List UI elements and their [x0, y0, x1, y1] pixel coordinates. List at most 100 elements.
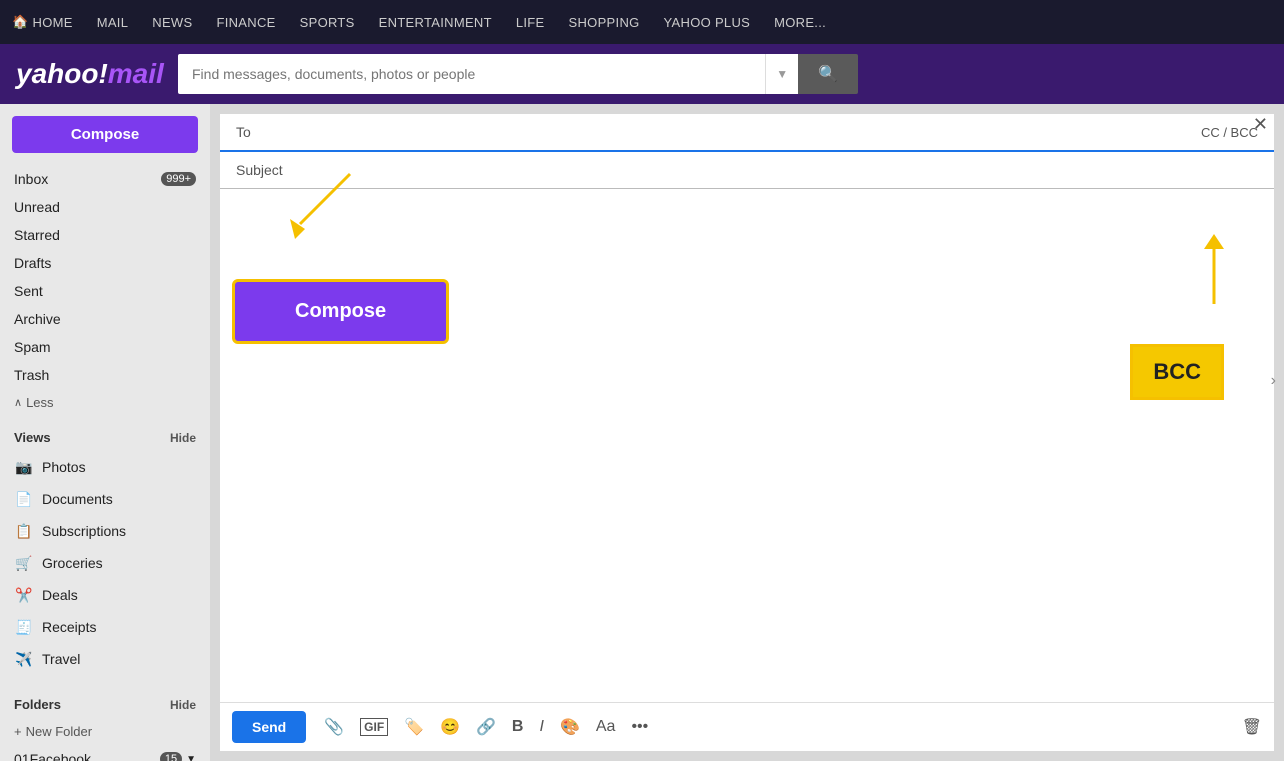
travel-icon: ✈️: [14, 649, 34, 669]
sidebar: Compose Inbox 999+ Unread Starred Drafts…: [0, 104, 210, 761]
gif-icon: GIF: [360, 718, 388, 736]
to-label: To: [236, 124, 296, 140]
nav-life[interactable]: LIFE: [516, 15, 545, 30]
deals-icon: ✂️: [14, 585, 34, 605]
sticker-icon: 🏷️: [404, 717, 424, 737]
attach-button[interactable]: 📎: [318, 713, 350, 741]
send-button[interactable]: Send: [232, 711, 306, 743]
link-button[interactable]: 🔗: [470, 713, 502, 741]
folders-label: Folders: [14, 697, 61, 712]
emoji-button[interactable]: 😊: [434, 713, 466, 741]
groceries-icon: 🛒: [14, 553, 34, 573]
to-field-row: To CC / BCC: [220, 114, 1274, 152]
compose-button[interactable]: Compose: [12, 116, 198, 153]
nav-finance-label: FINANCE: [216, 15, 275, 30]
sidebar-unread-label: Unread: [14, 199, 196, 215]
subscriptions-label: Subscriptions: [42, 523, 196, 539]
nav-sports-label: SPORTS: [300, 15, 355, 30]
subject-field-row: Subject: [220, 152, 1274, 189]
compose-body[interactable]: [220, 189, 1274, 702]
sidebar-less-toggle[interactable]: ∧ Less: [0, 389, 210, 416]
receipts-icon: 🧾: [14, 617, 34, 637]
to-input[interactable]: [296, 120, 1201, 144]
compose-toolbar: Send 📎 GIF 🏷️ 😊 🔗 B I 🎨: [220, 702, 1274, 751]
sidebar-item-groceries[interactable]: 🛒 Groceries: [0, 547, 210, 579]
documents-label: Documents: [42, 491, 196, 507]
sidebar-item-trash[interactable]: Trash: [0, 361, 210, 389]
nav-shopping[interactable]: SHOPPING: [569, 15, 640, 30]
link-icon: 🔗: [476, 717, 496, 737]
emoji-icon: 😊: [440, 717, 460, 737]
sidebar-item-spam[interactable]: Spam: [0, 333, 210, 361]
subscriptions-icon: 📋: [14, 521, 34, 541]
sidebar-item-travel[interactable]: ✈️ Travel: [0, 643, 210, 675]
nav-life-label: LIFE: [516, 15, 545, 30]
sidebar-item-inbox[interactable]: Inbox 999+: [0, 165, 210, 193]
nav-entertainment-label: ENTERTAINMENT: [379, 15, 492, 30]
font-button[interactable]: Aa: [590, 714, 622, 740]
sidebar-item-drafts[interactable]: Drafts: [0, 249, 210, 277]
sidebar-item-subscriptions[interactable]: 📋 Subscriptions: [0, 515, 210, 547]
sidebar-item-deals[interactable]: ✂️ Deals: [0, 579, 210, 611]
color-icon: 🎨: [560, 717, 580, 737]
new-folder-label: New Folder: [26, 724, 92, 739]
subject-label: Subject: [236, 162, 296, 178]
views-hide-button[interactable]: Hide: [170, 431, 196, 445]
photos-label: Photos: [42, 459, 196, 475]
new-folder-button[interactable]: + New Folder: [0, 718, 210, 745]
subject-input[interactable]: [296, 158, 1258, 182]
compose-panel: ✕ To CC / BCC Subject Send 📎 GIF 🏷️: [210, 104, 1284, 761]
folders-header: Folders Hide: [0, 691, 210, 718]
folder-01facebook-badge: 15: [160, 752, 182, 761]
nav-entertainment[interactable]: ENTERTAINMENT: [379, 15, 492, 30]
cc-bcc-button[interactable]: CC / BCC: [1201, 125, 1258, 140]
folder-dropdown-icon: ▼: [186, 754, 196, 761]
sidebar-item-receipts[interactable]: 🧾 Receipts: [0, 611, 210, 643]
italic-button[interactable]: I: [533, 714, 549, 740]
groceries-label: Groceries: [42, 555, 196, 571]
search-dropdown-button[interactable]: ▼: [765, 54, 798, 94]
delete-compose-button[interactable]: 🗑: [1242, 717, 1262, 737]
sidebar-item-01facebook[interactable]: 01Facebook 15 ▼: [0, 745, 210, 761]
close-compose-button[interactable]: ✕: [1253, 114, 1268, 135]
receipts-label: Receipts: [42, 619, 196, 635]
deals-label: Deals: [42, 587, 196, 603]
nav-home-label: HOME: [33, 15, 73, 30]
search-button[interactable]: 🔍: [798, 54, 858, 94]
views-section: Views Hide 📷 Photos 📄 Documents 📋 Subscr…: [0, 416, 210, 683]
folders-hide-button[interactable]: Hide: [170, 698, 196, 712]
sidebar-item-archive[interactable]: Archive: [0, 305, 210, 333]
color-button[interactable]: 🎨: [554, 713, 586, 741]
sidebar-spam-label: Spam: [14, 339, 196, 355]
sidebar-item-unread[interactable]: Unread: [0, 193, 210, 221]
main-layout: Compose Inbox 999+ Unread Starred Drafts…: [0, 104, 1284, 761]
nav-more[interactable]: MORE...: [774, 15, 826, 30]
sidebar-scroll: Inbox 999+ Unread Starred Drafts Sent Ar…: [0, 165, 210, 761]
nav-mail[interactable]: MAIL: [97, 15, 129, 30]
bold-button[interactable]: B: [506, 714, 530, 740]
nav-news-label: NEWS: [152, 15, 192, 30]
nav-yahoo-plus[interactable]: YAHOO PLUS: [664, 15, 751, 30]
sidebar-item-sent[interactable]: Sent: [0, 277, 210, 305]
search-input[interactable]: [178, 54, 765, 94]
sidebar-item-photos[interactable]: 📷 Photos: [0, 451, 210, 483]
chevron-up-icon: ∧: [14, 396, 22, 409]
sidebar-archive-label: Archive: [14, 311, 196, 327]
right-panel-toggle[interactable]: ›: [1271, 372, 1276, 390]
nav-sports[interactable]: SPORTS: [300, 15, 355, 30]
nav-news[interactable]: NEWS: [152, 15, 192, 30]
sidebar-item-starred[interactable]: Starred: [0, 221, 210, 249]
more-options-button[interactable]: •••: [625, 714, 654, 740]
sidebar-item-documents[interactable]: 📄 Documents: [0, 483, 210, 515]
gif-button[interactable]: GIF: [354, 714, 394, 740]
attach-icon: 📎: [324, 717, 344, 737]
nav-home[interactable]: 🏠 HOME: [12, 14, 73, 30]
nav-finance[interactable]: FINANCE: [216, 15, 275, 30]
sidebar-trash-label: Trash: [14, 367, 196, 383]
folder-01facebook-label: 01Facebook: [14, 751, 160, 761]
search-container: ▼ 🔍: [178, 54, 858, 94]
sidebar-sent-label: Sent: [14, 283, 196, 299]
sticker-button[interactable]: 🏷️: [398, 713, 430, 741]
nav-more-label: MORE...: [774, 15, 826, 30]
home-icon: 🏠: [12, 14, 29, 30]
